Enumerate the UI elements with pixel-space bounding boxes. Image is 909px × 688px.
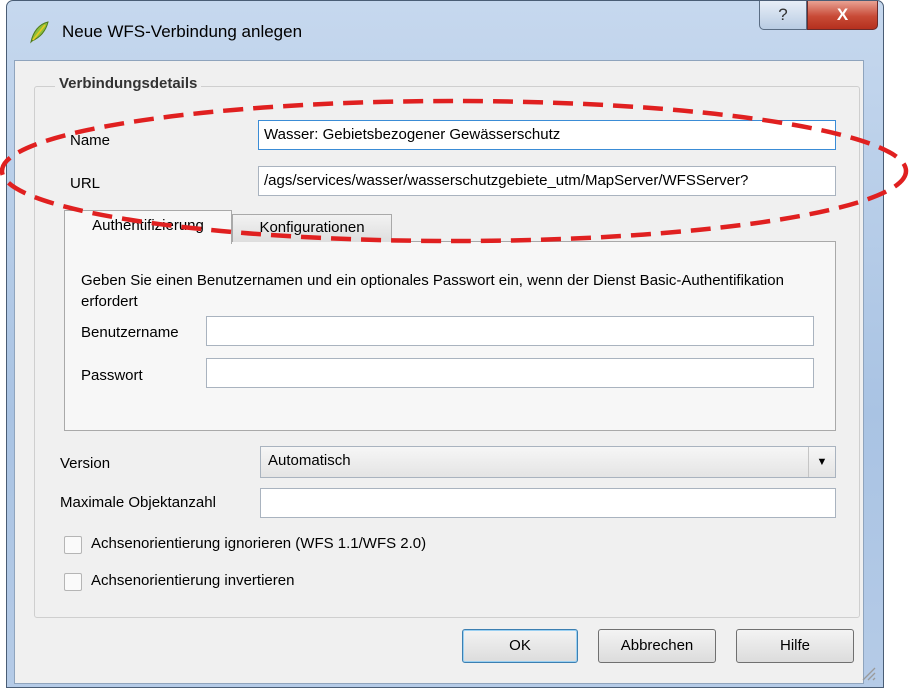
auth-description: Geben Sie einen Benutzernamen und ein op… xyxy=(81,272,784,310)
name-input[interactable]: Wasser: Gebietsbezogener Gewässerschutz xyxy=(258,120,836,150)
url-value: /ags/services/wasser/wasserschutzgebiete… xyxy=(264,172,749,189)
ignore-axis-checkbox[interactable] xyxy=(64,536,82,554)
help-icon[interactable]: ? xyxy=(759,1,807,30)
username-input[interactable] xyxy=(206,316,814,346)
version-label: Version xyxy=(60,455,111,472)
password-label: Passwort xyxy=(81,367,143,384)
ok-button[interactable]: OK xyxy=(462,629,578,663)
version-selected-value: Automatisch xyxy=(268,452,351,469)
window-title: Neue WFS-Verbindung anlegen xyxy=(62,22,303,41)
group-title: Verbindungsdetails xyxy=(55,75,202,92)
tab-konfigurationen[interactable]: Konfigurationen xyxy=(232,214,392,242)
chevron-down-icon[interactable]: ▼ xyxy=(808,447,835,477)
url-label: URL xyxy=(70,175,101,192)
version-select[interactable]: Automatisch ▼ xyxy=(260,446,836,478)
ignore-axis-label[interactable]: Achsenorientierung ignorieren (WFS 1.1/W… xyxy=(91,535,426,552)
url-input[interactable]: /ags/services/wasser/wasserschutzgebiete… xyxy=(258,166,836,196)
invert-axis-label[interactable]: Achsenorientierung invertieren xyxy=(91,572,294,589)
title-bar[interactable]: Neue WFS-Verbindung anlegen ? X xyxy=(7,1,883,61)
qgis-app-icon xyxy=(30,21,49,44)
close-icon[interactable]: X xyxy=(807,1,878,30)
help-button[interactable]: Hilfe xyxy=(736,629,854,663)
invert-axis-checkbox[interactable] xyxy=(64,573,82,591)
resize-grip-icon[interactable] xyxy=(857,662,877,682)
max-objects-input[interactable] xyxy=(260,488,836,518)
username-label: Benutzername xyxy=(81,324,179,341)
tab-authentifizierung[interactable]: Authentifizierung xyxy=(64,210,232,244)
name-label: Name xyxy=(70,132,111,149)
cancel-button[interactable]: Abbrechen xyxy=(598,629,716,663)
max-objects-label: Maximale Objektanzahl xyxy=(60,494,216,511)
password-input[interactable] xyxy=(206,358,814,388)
